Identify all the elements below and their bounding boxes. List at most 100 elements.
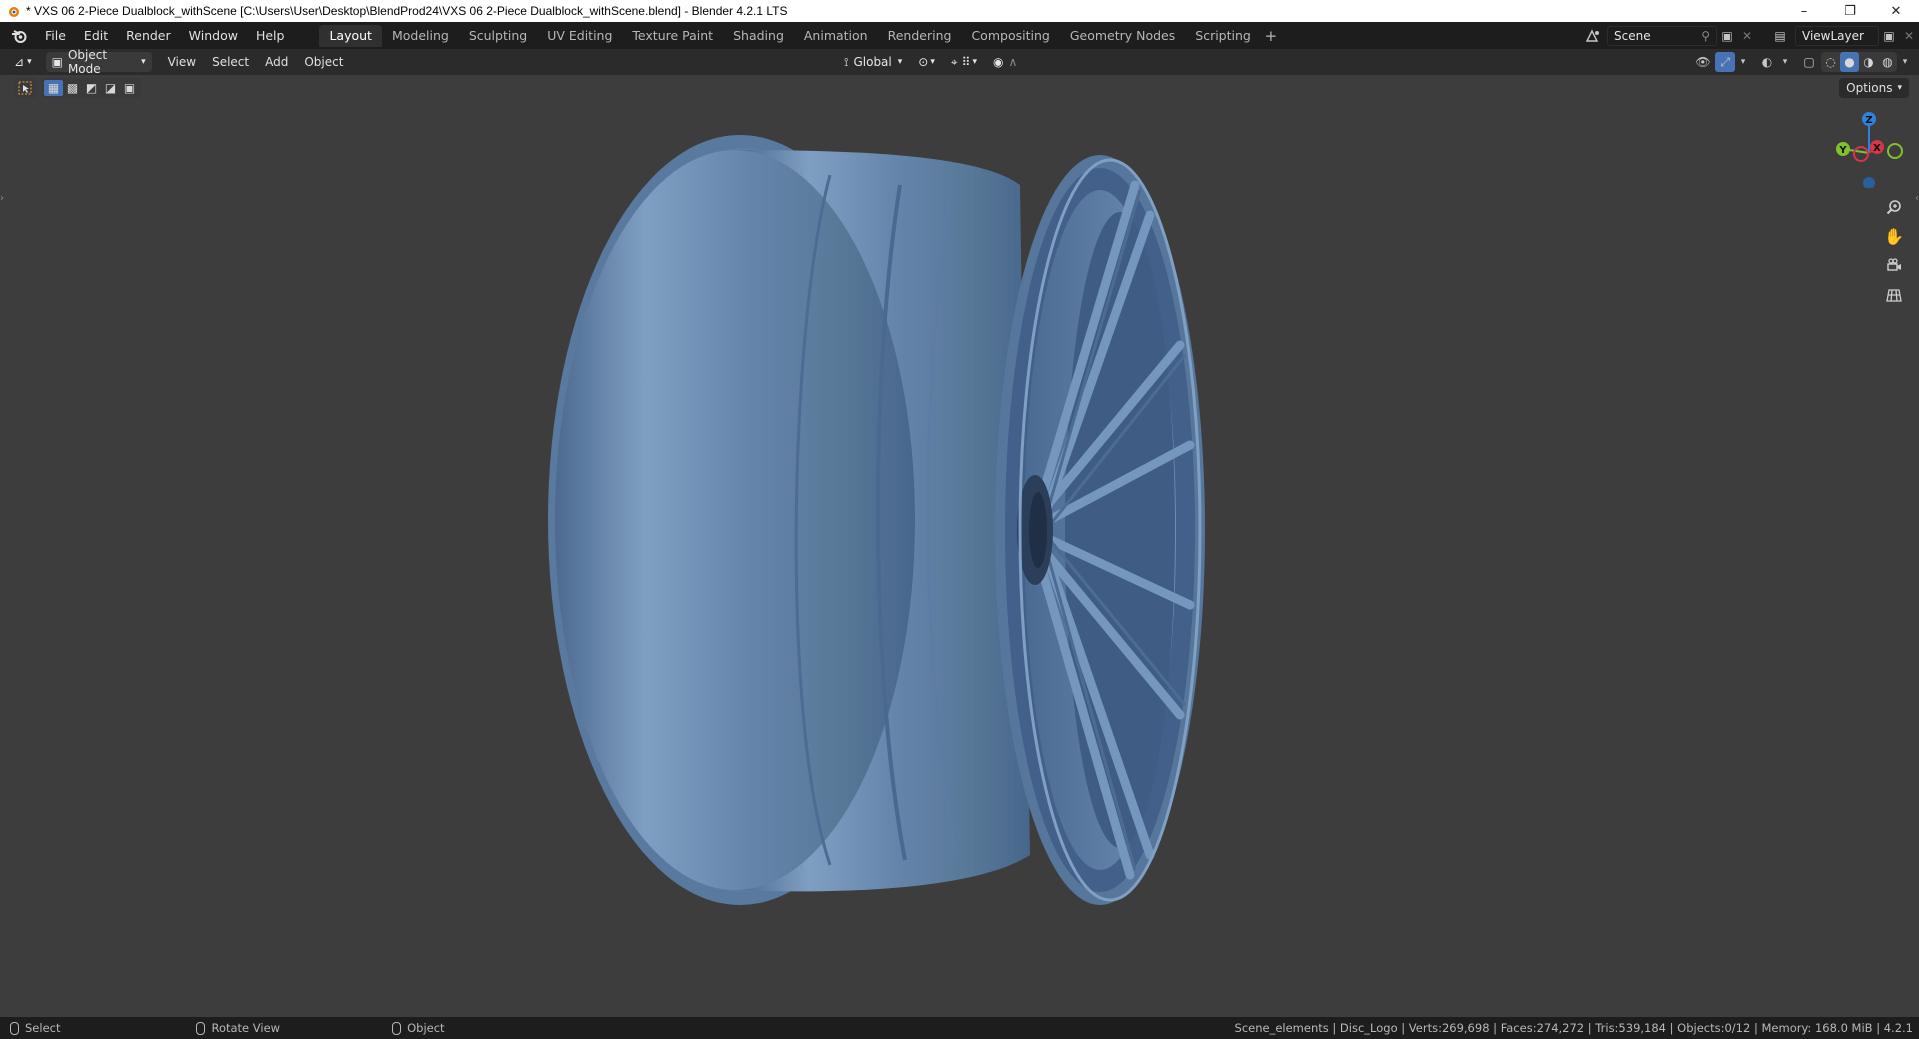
mode-dropdown[interactable]: ▣ Object Mode ▾ xyxy=(45,48,152,76)
options-label: Options xyxy=(1846,81,1893,95)
menu-window[interactable]: Window xyxy=(180,25,247,47)
mode-subtract-icon[interactable]: ◩ xyxy=(82,80,101,96)
wheel-model xyxy=(548,135,1205,905)
zoom-icon[interactable] xyxy=(1881,194,1907,220)
xray-icon[interactable]: ▢ xyxy=(1799,52,1819,72)
status-bar: Select Rotate View Object Scene_elements… xyxy=(0,1017,1919,1039)
3d-viewport[interactable]: › ‹ xyxy=(0,75,1919,1017)
workspace-tabs: Layout Modeling Sculpting UV Editing Tex… xyxy=(319,22,1280,49)
view-layer-field[interactable]: ViewLayer xyxy=(1795,25,1879,46)
minimize-button[interactable]: – xyxy=(1781,0,1827,22)
window-titlebar: * VXS 06 2-Piece Dualblock_withScene [C:… xyxy=(0,0,1919,22)
menu-help[interactable]: Help xyxy=(247,25,294,47)
selection-mode-group: ▦ ▩ ◩ ◪ ▣ xyxy=(42,78,141,98)
pin-icon[interactable]: ⚲ xyxy=(1701,29,1710,43)
mouse-left-icon xyxy=(10,1021,19,1035)
transform-controls: ⟟ Global ▾ ⊙ ▾ ⌖ ⠿ ▾ ◉ ∧ xyxy=(838,52,1023,72)
mode-set-icon[interactable]: ▦ xyxy=(44,80,63,96)
rendered-icon[interactable]: ◍ xyxy=(1878,52,1897,72)
navigation-gizmo[interactable]: Z Y X xyxy=(1829,108,1909,188)
view-layer-icon[interactable]: ▤ xyxy=(1765,26,1795,46)
gizmo-icon[interactable]: ⤢ xyxy=(1715,52,1735,72)
delete-scene-icon[interactable]: ✕ xyxy=(1737,26,1757,46)
tab-compositing[interactable]: Compositing xyxy=(961,25,1059,47)
object-mode-icon: ▣ xyxy=(51,55,63,69)
proportional-dropdown[interactable]: ◉ ∧ xyxy=(987,52,1023,72)
mode-extend-icon[interactable]: ▩ xyxy=(63,80,82,96)
tab-shading[interactable]: Shading xyxy=(723,25,794,47)
status-object: Object xyxy=(382,1021,445,1035)
tab-texture-paint[interactable]: Texture Paint xyxy=(622,25,723,47)
select-box-icon[interactable] xyxy=(14,78,36,98)
shading-mode-group: ◌ ● ◑ ◍ xyxy=(1821,52,1897,72)
overlay-icon[interactable]: ◐ xyxy=(1757,52,1777,72)
menu-file[interactable]: File xyxy=(36,25,75,47)
tab-scripting[interactable]: Scripting xyxy=(1185,25,1261,47)
tab-geometry-nodes[interactable]: Geometry Nodes xyxy=(1060,25,1185,47)
status-select-label: Select xyxy=(25,1021,61,1035)
z-axis-label: Z xyxy=(1865,115,1872,126)
menu-render[interactable]: Render xyxy=(117,25,180,47)
tab-rendering[interactable]: Rendering xyxy=(878,25,962,47)
status-rotate: Rotate View xyxy=(186,1021,280,1035)
tab-layout[interactable]: Layout xyxy=(319,24,382,47)
shading-dropdown[interactable]: ▾ xyxy=(1899,52,1911,72)
delete-view-layer-icon[interactable]: ✕ xyxy=(1899,26,1919,46)
visibility-icon[interactable]: 👁 xyxy=(1693,52,1713,72)
wireframe-icon[interactable]: ◌ xyxy=(1821,52,1840,72)
menu-edit[interactable]: Edit xyxy=(75,25,117,47)
pivot-dropdown[interactable]: ⊙ ▾ xyxy=(912,52,941,72)
neg-x-handle xyxy=(1853,146,1869,162)
mode-difference-icon[interactable]: ◪ xyxy=(101,80,120,96)
neg-z-handle xyxy=(1863,177,1875,188)
mode-intersect-icon[interactable]: ▣ xyxy=(120,80,139,96)
menu-select[interactable]: Select xyxy=(204,55,257,69)
top-bar: File Edit Render Window Help Layout Mode… xyxy=(0,22,1919,49)
add-workspace-button[interactable]: + xyxy=(1261,27,1281,45)
options-dropdown[interactable]: Options ▾ xyxy=(1839,78,1909,98)
new-view-layer-icon[interactable]: ▣ xyxy=(1879,26,1899,46)
menu-object[interactable]: Object xyxy=(296,55,351,69)
orientation-label: Global xyxy=(853,55,892,69)
gizmo-dropdown[interactable]: ▾ xyxy=(1737,52,1749,72)
scene-selector-group: Scene ⚲ ▣ ✕ ▤ ViewLayer ▣ ✕ xyxy=(1579,22,1919,49)
scene-name: Scene xyxy=(1614,28,1651,43)
overlay-dropdown[interactable]: ▾ xyxy=(1779,52,1791,72)
scene-icon[interactable] xyxy=(1579,26,1607,46)
material-icon[interactable]: ◑ xyxy=(1859,52,1878,72)
solid-icon[interactable]: ● xyxy=(1840,52,1859,72)
status-object-label: Object xyxy=(407,1021,445,1035)
viewport-display-controls: 👁 ⤢ ▾ ◐ ▾ ▢ ◌ ● ◑ ◍ ▾ xyxy=(1693,52,1911,72)
tab-animation[interactable]: Animation xyxy=(794,25,878,47)
sidebar-expand-icon[interactable]: ‹ xyxy=(1915,193,1919,204)
editor-type-dropdown[interactable]: ⊿ ▾ xyxy=(8,52,38,72)
orientation-dropdown[interactable]: ⟟ Global ▾ xyxy=(838,52,908,72)
orientation-icon: ⟟ xyxy=(844,54,849,69)
mouse-right-icon xyxy=(392,1021,402,1035)
camera-icon[interactable] xyxy=(1881,252,1907,278)
scene-field[interactable]: Scene ⚲ xyxy=(1607,25,1717,46)
new-scene-icon[interactable]: ▣ xyxy=(1717,26,1737,46)
close-window-button[interactable]: ✕ xyxy=(1873,0,1919,22)
blender-logo-icon[interactable] xyxy=(8,25,30,47)
restore-button[interactable]: ❐ xyxy=(1827,0,1873,22)
grid-icon[interactable] xyxy=(1881,282,1907,308)
tool-settings: ▦ ▩ ◩ ◪ ▣ xyxy=(14,78,141,98)
editor-type-icon: ⊿ xyxy=(14,55,25,69)
mouse-middle-icon xyxy=(196,1021,206,1035)
tab-modeling[interactable]: Modeling xyxy=(382,25,459,47)
view-layer-name: ViewLayer xyxy=(1802,28,1864,43)
scene-statistics: Scene_elements | Disc_Logo | Verts:269,6… xyxy=(1234,1021,1913,1035)
y-axis-label: Y xyxy=(1838,145,1847,156)
pan-icon[interactable]: ✋ xyxy=(1881,223,1907,249)
snap-icon: ⌖ xyxy=(950,54,958,69)
snap-dropdown[interactable]: ⌖ ⠿ ▾ xyxy=(945,52,983,72)
menu-view[interactable]: View xyxy=(160,55,204,69)
x-axis-label: X xyxy=(1873,143,1881,154)
tab-uv-editing[interactable]: UV Editing xyxy=(537,25,622,47)
toolbar-expand-icon[interactable]: › xyxy=(0,193,4,204)
mode-label: Object Mode xyxy=(67,48,108,76)
tab-sculpting[interactable]: Sculpting xyxy=(459,25,537,47)
menu-add[interactable]: Add xyxy=(257,55,296,69)
blender-app-icon xyxy=(9,7,19,17)
